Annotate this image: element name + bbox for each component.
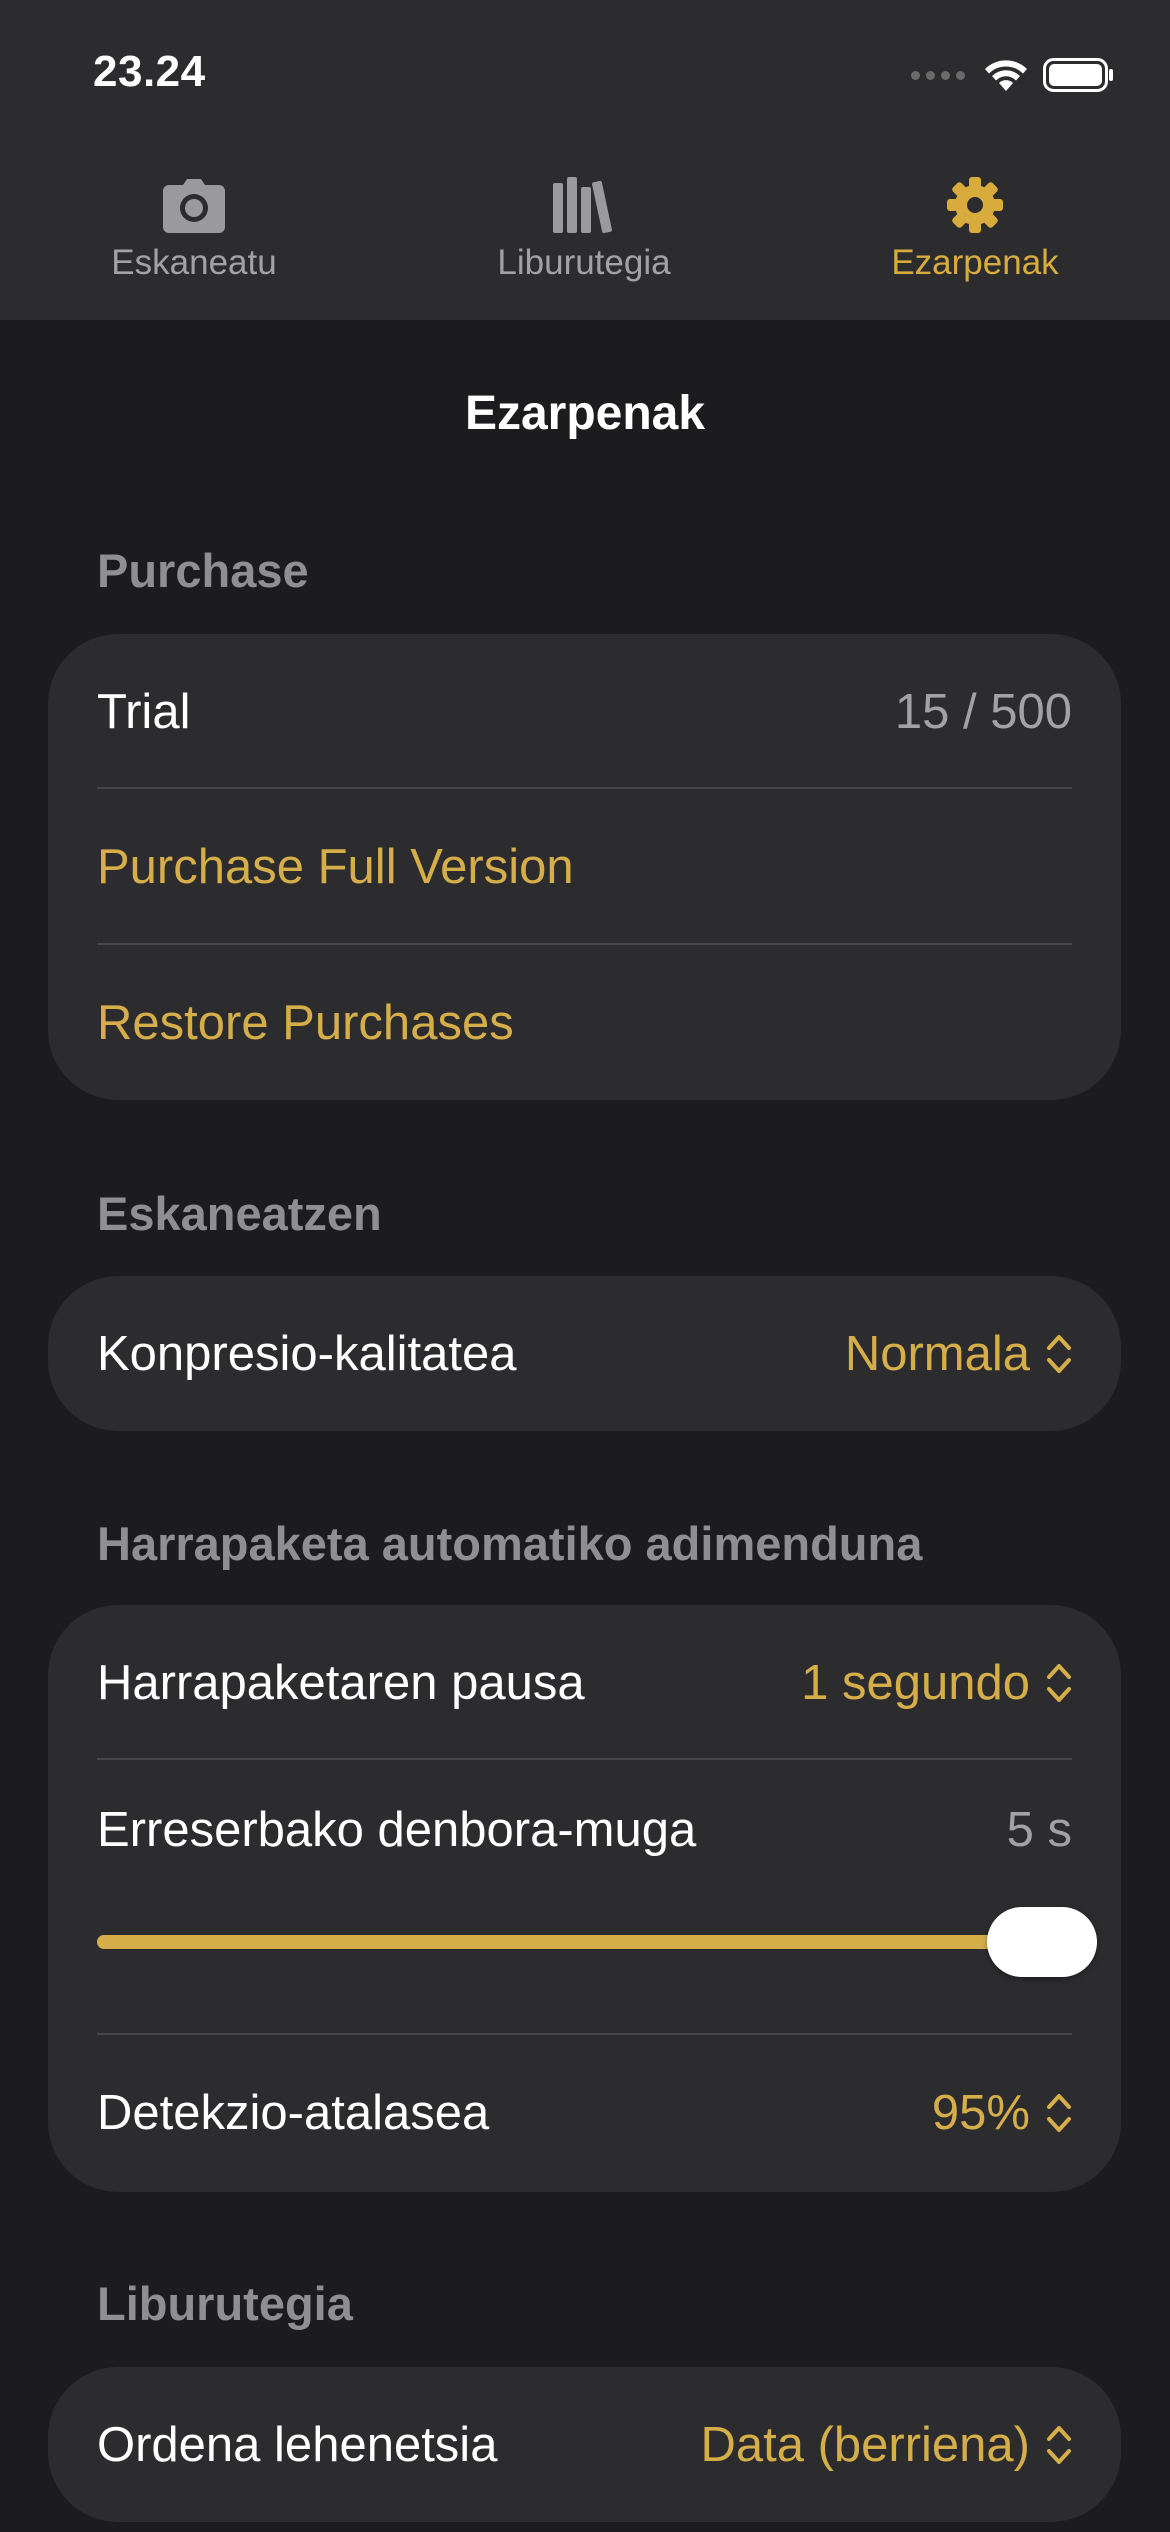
compression-quality-value: Normala	[844, 1326, 1030, 1381]
default-sort-picker[interactable]: Data (berriena)	[700, 2417, 1072, 2473]
gear-icon	[947, 177, 1003, 233]
camera-icon	[163, 179, 225, 233]
fallback-timeout-row: Erreserbako denbora-muga 5 s	[97, 1760, 1072, 1900]
tab-settings-label: Ezarpenak	[891, 243, 1059, 282]
detection-threshold-picker[interactable]: 95%	[932, 2085, 1072, 2141]
tab-bar: Eskaneatu Liburutegia Ezarpenak	[0, 165, 1170, 305]
detection-threshold-row[interactable]: Detekzio-atalasea 95%	[97, 2035, 1072, 2190]
capture-pause-value: 1 segundo	[801, 1655, 1030, 1710]
tab-library[interactable]: Liburutegia	[404, 165, 764, 305]
capture-pause-picker[interactable]: 1 segundo	[801, 1655, 1072, 1711]
tab-scan-label: Eskaneatu	[111, 243, 277, 282]
trial-row: Trial 15 / 500	[97, 634, 1072, 789]
trial-label: Trial	[97, 684, 191, 739]
chevron-up-down-icon	[1047, 2425, 1071, 2464]
trial-count: 15 / 500	[894, 684, 1072, 739]
capture-pause-label: Harrapaketaren pausa	[97, 1655, 585, 1710]
chevron-up-down-icon	[1047, 1334, 1071, 1373]
capture-pause-row[interactable]: Harrapaketaren pausa 1 segundo	[97, 1605, 1072, 1760]
compression-quality-picker[interactable]: Normala	[845, 1326, 1072, 1382]
library-card: Ordena lehenetsia Data (berriena)	[48, 2367, 1121, 2522]
detection-threshold-value: 95%	[931, 2085, 1030, 2140]
library-icon	[553, 177, 612, 234]
chevron-up-down-icon	[1047, 2093, 1071, 2132]
tab-scan[interactable]: Eskaneatu	[14, 165, 374, 305]
purchase-full-version-button[interactable]: Purchase Full Version	[97, 789, 1072, 944]
restore-purchases-button[interactable]: Restore Purchases	[97, 945, 1072, 1100]
fallback-timeout-value: 5 s	[1006, 1803, 1072, 1857]
section-header-scanning: Eskaneatzen	[97, 1187, 382, 1240]
restore-purchases-label: Restore Purchases	[97, 995, 514, 1050]
slider-thumb[interactable]	[987, 1907, 1097, 1977]
section-header-purchase: Purchase	[97, 544, 309, 597]
section-header-auto-capture: Harrapaketa automatiko adimenduna	[97, 1517, 923, 1570]
detection-threshold-label: Detekzio-atalasea	[97, 2085, 490, 2140]
fallback-timeout-slider[interactable]	[97, 1935, 1097, 1949]
section-header-library: Liburutegia	[97, 2277, 353, 2330]
battery-icon	[1043, 58, 1113, 92]
page-title: Ezarpenak	[464, 387, 706, 440]
scanning-card: Konpresio-kalitatea Normala	[48, 1276, 1121, 1431]
slider-fill	[97, 1935, 1097, 1949]
tab-settings[interactable]: Ezarpenak	[795, 165, 1155, 305]
compression-quality-row[interactable]: Konpresio-kalitatea Normala	[97, 1276, 1072, 1431]
status-time: 23.24	[93, 47, 206, 96]
default-sort-label: Ordena lehenetsia	[97, 2417, 498, 2472]
compression-quality-label: Konpresio-kalitatea	[97, 1326, 517, 1381]
chevron-up-down-icon	[1047, 1663, 1071, 1702]
status-indicators	[911, 52, 1115, 98]
purchase-full-version-label: Purchase Full Version	[97, 839, 574, 894]
cellular-signal-icon	[911, 70, 965, 80]
default-sort-row[interactable]: Ordena lehenetsia Data (berriena)	[97, 2367, 1072, 2522]
wifi-icon	[985, 60, 1027, 91]
auto-capture-card: Harrapaketaren pausa 1 segundo Erreserba…	[48, 1605, 1121, 2192]
default-sort-value: Data (berriena)	[700, 2417, 1030, 2472]
fallback-timeout-label: Erreserbako denbora-muga	[97, 1803, 697, 1857]
tab-library-label: Liburutegia	[497, 243, 671, 282]
top-bar: 23.24 Eskaneatu Liburutegia Ezarpenak	[0, 0, 1170, 320]
purchase-card: Trial 15 / 500 Purchase Full Version Res…	[48, 634, 1121, 1100]
